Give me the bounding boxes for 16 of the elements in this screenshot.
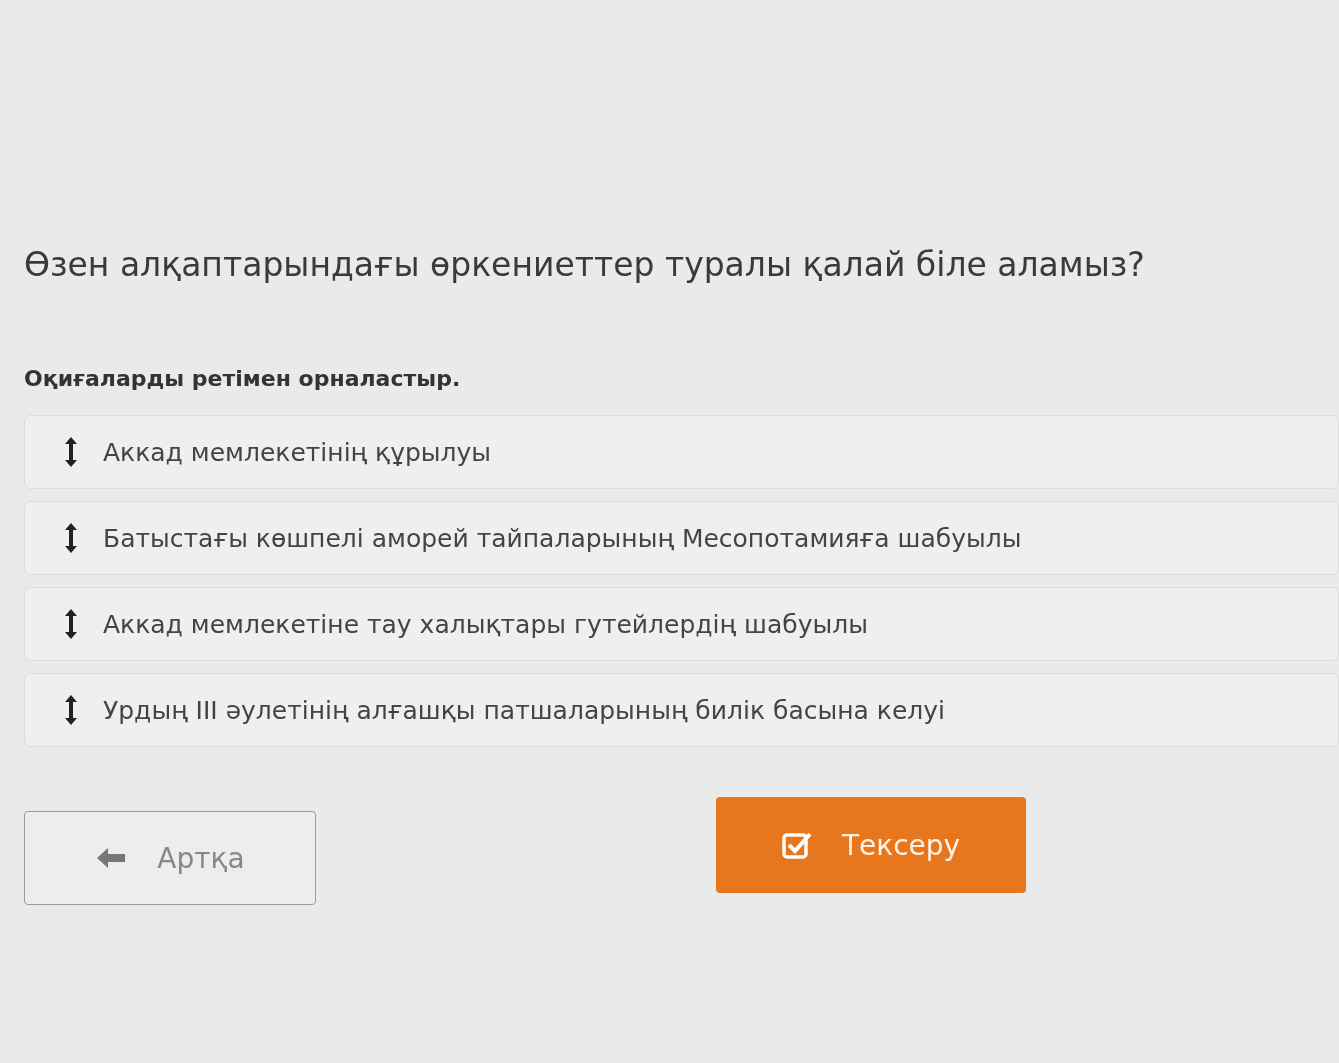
checkbox-icon [781,831,812,859]
sortable-item[interactable]: Урдың III әулетінің алғашқы патшаларының билік басына келуі [24,673,1339,747]
sortable-item[interactable]: Аккад мемлекетіне тау халықтары гутейлердің шабуылы [24,587,1339,661]
drag-handle-icon[interactable] [65,437,77,467]
item-text: Урдың III әулетінің алғашқы патшаларының билік басына келуі [103,695,946,725]
instruction-text: Оқиғаларды ретімен орналастыр. [24,366,462,391]
item-text: Батыстағы көшпелі аморей тайпаларының Месопотамияға шабуылы [103,523,1022,553]
drag-handle-icon[interactable] [65,695,77,725]
back-arrow-icon [95,846,128,870]
drag-handle-icon[interactable] [65,609,77,639]
sortable-item[interactable]: Батыстағы көшпелі аморей тайпаларының Месопотамияға шабуылы [24,501,1339,575]
item-text: Аккад мемлекетінің құрылуы [103,437,492,467]
drag-handle-icon[interactable] [65,523,77,553]
sortable-item[interactable]: Аккад мемлекетінің құрылуы [24,415,1339,489]
item-text: Аккад мемлекетіне тау халықтары гутейлердің шабуылы [103,609,868,639]
question-title: Өзен алқаптарындағы өркениеттер туралы қалай біле аламыз? [24,245,1146,284]
